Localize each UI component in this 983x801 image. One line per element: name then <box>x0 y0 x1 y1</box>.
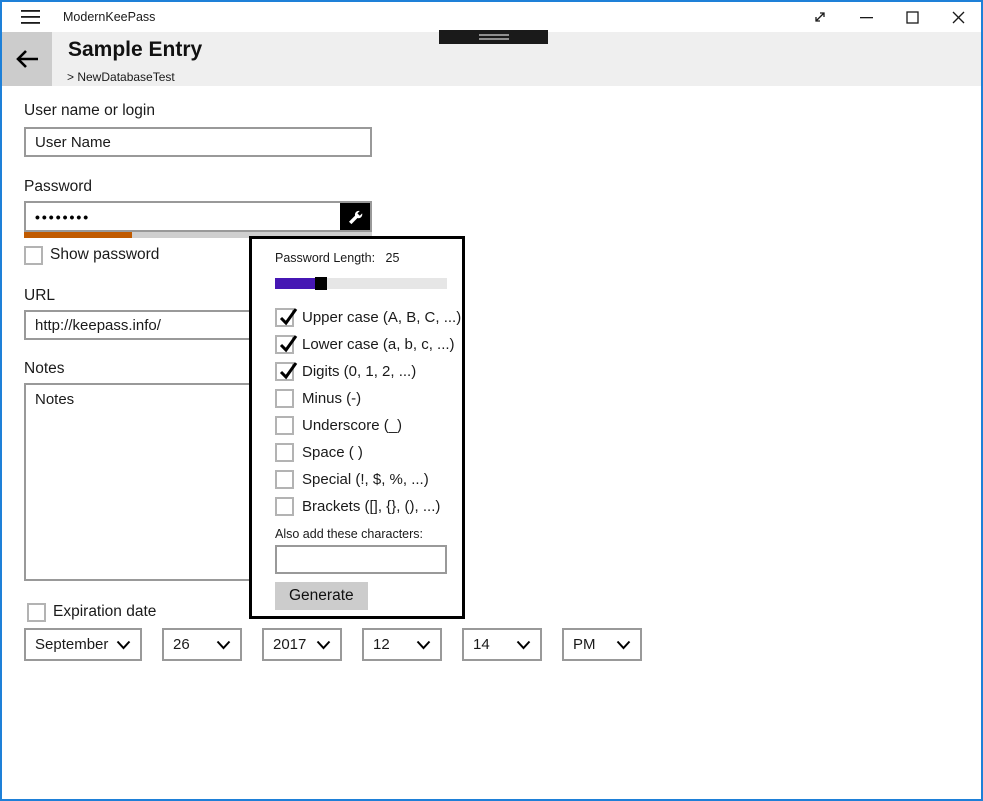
titlebar: ModernKeePass <box>2 2 981 32</box>
page-title: Sample Entry <box>68 38 202 62</box>
generator-option[interactable]: Lower case (a, b, c, ...) <box>275 331 447 358</box>
maximize-icon <box>906 11 919 24</box>
username-label: User name or login <box>24 102 372 120</box>
show-password-box <box>24 246 43 265</box>
password-generator-button[interactable] <box>340 203 370 230</box>
breadcrumb: > NewDatabaseTest <box>67 70 175 84</box>
password-input[interactable]: •••••••• <box>24 201 372 232</box>
generator-option[interactable]: Digits (0, 1, 2, ...) <box>275 358 447 385</box>
generator-options: Upper case (A, B, C, ...) Lower case (a,… <box>275 304 447 520</box>
option-box <box>275 389 294 408</box>
password-masked-value: •••••••• <box>35 209 90 225</box>
generate-button[interactable]: Generate <box>275 582 368 610</box>
password-strength-fill <box>24 232 132 238</box>
username-input[interactable] <box>24 127 372 157</box>
close-button[interactable] <box>935 2 981 32</box>
year-select[interactable]: 2017 <box>262 628 342 661</box>
slider-fill <box>275 278 315 289</box>
password-length-line: Password Length: 25 <box>275 251 447 265</box>
generator-option[interactable]: Special (!, $, %, ...) <box>275 466 447 493</box>
option-box <box>275 443 294 462</box>
expiration-label: Expiration date <box>53 603 156 621</box>
maximize-button[interactable] <box>889 2 935 32</box>
day-select[interactable]: 26 <box>162 628 242 661</box>
back-button[interactable] <box>2 32 52 86</box>
expiration-box <box>27 603 46 622</box>
back-icon <box>14 48 40 70</box>
generator-option[interactable]: Space ( ) <box>275 439 447 466</box>
generator-option[interactable]: Brackets ([], {}, (), ...) <box>275 493 447 520</box>
password-length-label: Password Length: <box>275 251 375 265</box>
modernkeepass-window: { "window": { "title": "ModernKeePass" }… <box>0 0 983 801</box>
also-add-label: Also add these characters: <box>275 527 447 541</box>
fullscreen-icon <box>813 10 827 24</box>
generator-option[interactable]: Minus (-) <box>275 385 447 412</box>
hamburger-icon <box>21 10 40 25</box>
minimize-icon <box>860 11 873 24</box>
option-box <box>275 335 294 354</box>
option-box <box>275 416 294 435</box>
chevron-down-icon <box>516 640 531 650</box>
minimize-button[interactable] <box>843 2 889 32</box>
chevron-down-icon <box>216 640 231 650</box>
password-length-slider[interactable] <box>275 278 447 289</box>
minute-select[interactable]: 14 <box>462 628 542 661</box>
window-controls <box>797 2 981 32</box>
checkmark-icon <box>278 308 297 327</box>
generator-option[interactable]: Upper case (A, B, C, ...) <box>275 304 447 331</box>
chevron-down-icon <box>316 640 331 650</box>
hamburger-menu-button[interactable] <box>13 5 47 30</box>
month-select[interactable]: September <box>24 628 142 661</box>
generator-option[interactable]: Underscore (_) <box>275 412 447 439</box>
option-box <box>275 497 294 516</box>
option-box <box>275 362 294 381</box>
slider-thumb[interactable] <box>315 277 327 290</box>
wrench-icon <box>346 208 364 226</box>
grabber-icon <box>479 34 509 40</box>
password-label: Password <box>24 178 372 196</box>
checkmark-icon <box>278 335 297 354</box>
password-generator-popup: Password Length: 25 Upper case (A, B, C,… <box>249 236 465 619</box>
also-add-input[interactable] <box>275 545 447 574</box>
ampm-select[interactable]: PM <box>562 628 642 661</box>
fullscreen-button[interactable] <box>797 2 843 32</box>
option-box <box>275 470 294 489</box>
expiration-date-row: September 26 2017 12 14 PM <box>24 628 724 661</box>
hour-select[interactable]: 12 <box>362 628 442 661</box>
commandbar-grabber[interactable] <box>439 30 548 44</box>
chevron-down-icon <box>416 640 431 650</box>
show-password-label: Show password <box>50 246 159 264</box>
close-icon <box>952 11 965 24</box>
chevron-down-icon <box>616 640 631 650</box>
chevron-down-icon <box>116 640 131 650</box>
password-length-value: 25 <box>386 251 400 265</box>
option-box <box>275 308 294 327</box>
checkmark-icon <box>278 362 297 381</box>
app-title: ModernKeePass <box>63 10 155 24</box>
